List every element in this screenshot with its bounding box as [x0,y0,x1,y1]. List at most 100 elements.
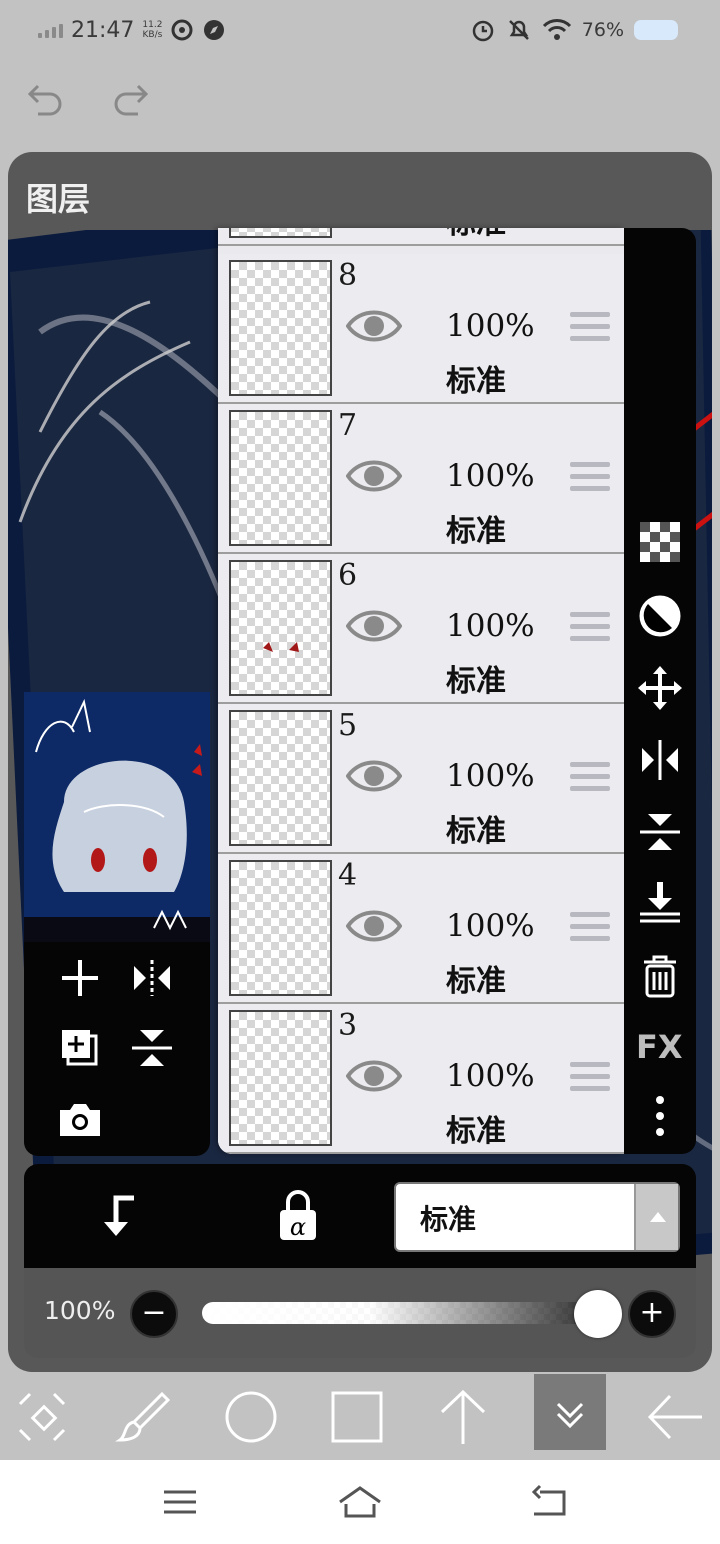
layer-opacity: 100% [446,608,535,644]
layer-number: 5 [338,708,358,743]
dialog-title: 图层 [26,180,91,218]
network-speed-unit: KB/s [142,30,163,40]
delete-icon[interactable] [638,954,682,998]
layer-blend-mode: 标准 [446,814,506,849]
duplicate-layer-icon[interactable] [56,1024,104,1072]
layer-number: 8 [338,258,358,293]
flip-vertical-icon[interactable] [128,1024,176,1072]
layer-number: 6 [338,558,358,593]
visibility-eye-icon[interactable] [346,606,402,646]
layer-blend-mode: 标准 [446,664,506,699]
opacity-minus-button[interactable]: − [130,1290,178,1338]
wifi-icon [542,19,571,40]
add-layer-icon[interactable] [56,954,104,1002]
battery-percent: 76% [581,19,624,41]
network-speed-value: 11.2 [142,20,163,30]
layer-list[interactable]: 标准 8 100% 标准 7 100% 标准 6 100% 标准 5 100% … [218,228,624,1154]
canvas-thumbnail[interactable] [24,692,210,942]
layer-options-bar: α 标准 [24,1164,696,1268]
camera-icon[interactable] [56,1096,104,1144]
drag-handle-icon[interactable] [570,312,610,342]
alarm-icon [472,20,494,42]
drag-handle-icon[interactable] [570,912,610,942]
svg-text:α: α [290,1213,306,1241]
transparency-icon[interactable] [638,520,682,564]
layer-number: 7 [338,408,358,443]
flip-horizontal-icon[interactable] [128,954,176,1002]
layer-thumbnail [229,860,332,996]
layer-opacity: 100% [446,1058,535,1094]
transform-icon[interactable] [10,1384,76,1450]
flip-v-icon[interactable] [638,810,682,854]
layer-thumbnail [229,560,332,696]
opacity-slider-knob[interactable] [574,1290,622,1338]
layer-thumbnail [229,1010,332,1146]
layer-thumbnail [229,228,332,238]
layer-opacity: 100% [446,458,535,494]
redo-icon[interactable] [110,78,154,122]
clip-arrow-icon[interactable] [88,1186,148,1246]
move-icon[interactable] [638,666,682,710]
visibility-eye-icon[interactable] [346,906,402,946]
back-arrow-icon[interactable] [642,1384,708,1450]
left-tools-panel [24,942,210,1156]
layer-row[interactable]: 标准 [218,228,624,246]
up-arrow-icon[interactable] [430,1384,496,1450]
layer-tools-bar: FX [624,228,696,1154]
home-icon[interactable] [338,1482,382,1522]
dropdown-arrow-icon[interactable] [634,1184,678,1250]
drag-handle-icon[interactable] [570,612,610,642]
status-right: 76% [470,14,678,46]
network-speed: 11.2 KB/s [142,20,162,40]
layer-row-8[interactable]: 8 100% 标准 [218,254,624,404]
opacity-plus-button[interactable]: + [628,1290,676,1338]
layer-number: 3 [338,1008,358,1043]
brush-icon[interactable] [112,1384,178,1450]
opacity-slider[interactable] [202,1302,622,1324]
status-bar: 21:47 11.2 KB/s 76% [0,0,720,60]
layer-blend-mode: 标准 [446,1114,506,1149]
blend-mode-select[interactable]: 标准 [394,1182,680,1252]
menu-icon[interactable] [158,1482,202,1522]
opacity-row: 100% − + [24,1268,696,1358]
back-icon[interactable] [526,1482,570,1522]
visibility-eye-icon[interactable] [346,306,402,346]
layer-blend-mode: 标准 [446,514,506,549]
status-time: 21:47 [71,17,135,43]
undo-icon[interactable] [22,78,66,122]
signal-icon [38,22,63,38]
layer-row-6[interactable]: 6 100% 标准 [218,554,624,704]
drag-handle-icon[interactable] [570,762,610,792]
drag-handle-icon[interactable] [570,1062,610,1092]
contrast-icon[interactable] [638,594,682,638]
sync-icon [171,19,193,41]
battery-icon [634,20,678,40]
layer-opacity: 100% [446,758,535,794]
visibility-eye-icon[interactable] [346,756,402,796]
layer-thumbnail-art [263,642,299,652]
layer-row-7[interactable]: 7 100% 标准 [218,404,624,554]
compass-icon [204,20,225,40]
flip-h-icon[interactable] [638,738,682,782]
status-left: 21:47 11.2 KB/s [38,14,226,46]
visibility-eye-icon[interactable] [346,456,402,496]
layer-blend-mode: 标准 [446,228,506,242]
layer-row-5[interactable]: 5 100% 标准 [218,704,624,854]
layer-opacity: 100% [446,908,535,944]
layer-thumbnail [229,260,332,396]
layer-opacity: 100% [446,308,535,344]
ellipse-icon[interactable] [218,1384,284,1450]
alpha-lock-icon[interactable]: α [268,1186,328,1246]
visibility-eye-icon[interactable] [346,1056,402,1096]
layer-blend-mode: 标准 [446,964,506,999]
layer-row-3[interactable]: 3 100% 标准 [218,1004,624,1154]
collapse-icon[interactable] [534,1374,606,1450]
drag-handle-icon[interactable] [570,462,610,492]
layer-row-4[interactable]: 4 100% 标准 [218,854,624,1004]
merge-down-icon[interactable] [638,880,682,924]
more-icon[interactable] [638,1094,682,1138]
layer-blend-mode: 标准 [446,364,506,399]
fx-button[interactable]: FX [636,1028,683,1066]
opacity-label: 100% [44,1296,116,1325]
rectangle-icon[interactable] [324,1384,390,1450]
